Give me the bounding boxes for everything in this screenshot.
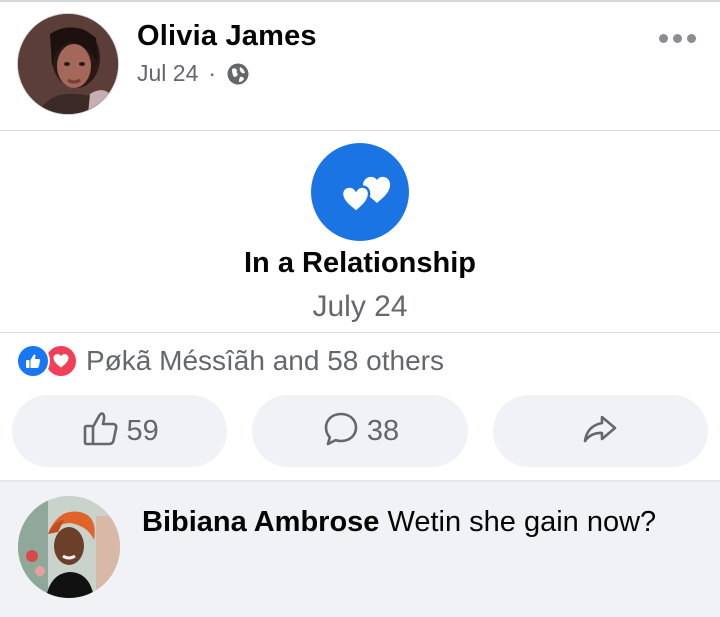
hearts-icon bbox=[311, 143, 409, 241]
life-event-date: July 24 bbox=[312, 290, 408, 323]
comment-button[interactable]: 38 bbox=[252, 395, 468, 467]
commenter-name[interactable]: Bibiana Ambrose bbox=[142, 506, 379, 538]
reactions-summary[interactable]: Pøkã Méssîãh and 58 others bbox=[16, 341, 444, 381]
commenter-avatar[interactable] bbox=[18, 496, 120, 598]
meta-separator: · bbox=[208, 60, 217, 86]
more-options-icon[interactable] bbox=[659, 34, 696, 43]
comment-icon bbox=[321, 409, 361, 454]
post-header: Olivia James Jul 24 · bbox=[0, 2, 720, 130]
like-reaction-icon bbox=[16, 344, 50, 378]
share-icon bbox=[580, 409, 620, 454]
post-author-name[interactable]: Olivia James bbox=[137, 20, 317, 53]
post-meta: Jul 24 · bbox=[137, 60, 250, 87]
header-divider bbox=[0, 130, 720, 131]
comment-body: Bibiana Ambrose Wetin she gain now? bbox=[142, 500, 682, 544]
event-divider bbox=[0, 332, 720, 333]
globe-icon bbox=[226, 62, 250, 86]
life-event-title: In a Relationship bbox=[243, 247, 477, 279]
author-avatar[interactable] bbox=[18, 14, 118, 114]
comment-count: 38 bbox=[366, 414, 400, 447]
post-date[interactable]: Jul 24 bbox=[137, 60, 198, 87]
more-dot bbox=[673, 34, 682, 43]
like-count: 59 bbox=[126, 414, 159, 447]
thumbs-up-icon bbox=[81, 409, 121, 454]
comment-text: Wetin she gain now? bbox=[387, 506, 657, 538]
more-dot bbox=[687, 34, 696, 43]
more-dot bbox=[659, 34, 668, 43]
like-button[interactable]: 59 bbox=[12, 395, 228, 467]
comment-section: Bibiana Ambrose Wetin she gain now? bbox=[0, 482, 720, 617]
post-actions: 59 38 bbox=[12, 395, 708, 467]
reactions-text: Pøkã Méssîãh and 58 others bbox=[86, 345, 444, 376]
share-button[interactable] bbox=[492, 395, 708, 467]
